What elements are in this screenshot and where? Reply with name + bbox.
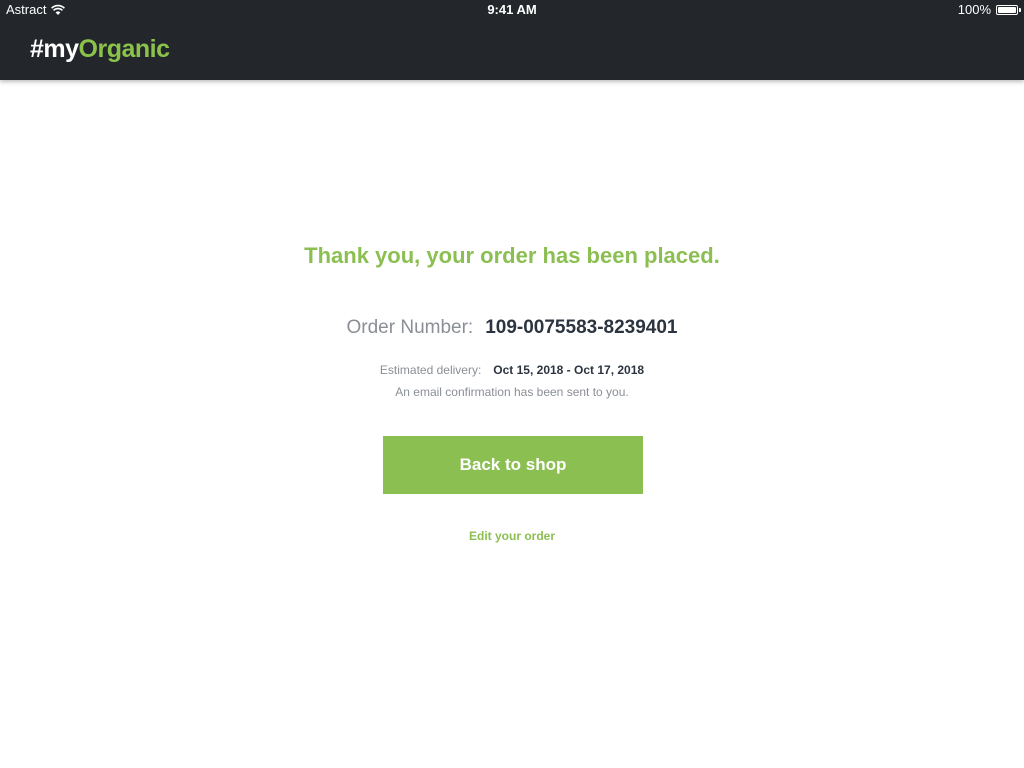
- battery-group: 100%: [957, 2, 1021, 17]
- top-navigation-bar: Astract 9:41 AM 100% #myOrganic: [0, 0, 1024, 80]
- order-number-value: 109-0075583-8239401: [485, 317, 678, 338]
- brand-logo[interactable]: #myOrganic: [30, 35, 170, 64]
- edit-order-link[interactable]: Edit your order: [0, 529, 1024, 543]
- back-to-shop-button[interactable]: Back to shop: [383, 436, 643, 494]
- battery-percentage: 100%: [957, 2, 991, 17]
- battery-icon: [996, 4, 1021, 15]
- status-time: 9:41 AM: [487, 2, 537, 17]
- logo-suffix: Organic: [78, 35, 170, 63]
- estimated-delivery-label: Estimated delivery:: [379, 363, 482, 377]
- order-confirmation-content: Thank you, your order has been placed. O…: [0, 80, 1024, 768]
- order-number-row: Order Number: 109-0075583-8239401: [0, 317, 1024, 339]
- estimated-delivery-row: Estimated delivery: Oct 15, 2018 - Oct 1…: [0, 363, 1024, 377]
- email-confirmation-note: An email confirmation has been sent to y…: [395, 385, 629, 399]
- status-bar: Astract 9:41 AM 100%: [0, 0, 1024, 20]
- confirmation-title: Thank you, your order has been placed.: [304, 243, 720, 268]
- logo-prefix: #my: [30, 35, 79, 63]
- estimated-delivery-dates: Oct 15, 2018 - Oct 17, 2018: [493, 363, 645, 377]
- order-number-label: Order Number:: [346, 317, 474, 338]
